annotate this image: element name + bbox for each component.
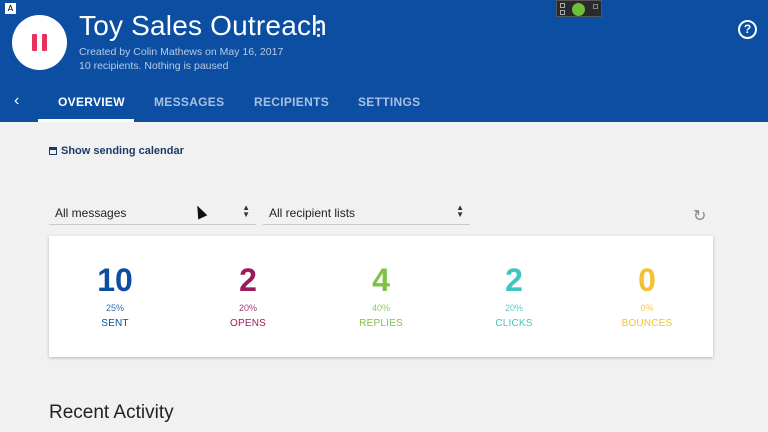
recipients-status-text: 10 recipients. Nothing is paused [79, 60, 229, 72]
stat-value: 2 [239, 262, 257, 298]
pause-button[interactable] [12, 15, 67, 70]
select-arrows-icon: ▲ ▼ [456, 203, 464, 219]
recipient-lists-select-value: All recipient lists [269, 206, 356, 220]
pause-icon [32, 34, 37, 51]
stat-value: 2 [505, 262, 523, 298]
tab-overview[interactable]: OVERVIEW [58, 95, 125, 109]
campaign-title: Toy Sales Outreach [79, 10, 327, 41]
stat-value: 4 [372, 262, 390, 298]
toolbar-close-icon[interactable] [593, 4, 598, 9]
messages-select[interactable]: All messages ▲ ▼ [49, 203, 256, 225]
kebab-icon[interactable] [313, 19, 323, 39]
recipient-lists-select[interactable]: All recipient lists ▲ ▼ [263, 203, 470, 225]
pause-icon-bar [42, 34, 47, 51]
active-tab-indicator [38, 119, 134, 122]
stat-percent: 0% [640, 303, 654, 313]
stat-label: CLICKS [495, 318, 533, 329]
stat-percent: 25% [105, 303, 124, 313]
app-corner-icon: A [5, 3, 16, 14]
recording-toolbar[interactable] [556, 0, 602, 17]
show-calendar-link[interactable]: Show sending calendar [49, 145, 184, 157]
stat-label: BOUNCES [621, 318, 673, 329]
chevron-left-icon[interactable]: ‹ [14, 92, 19, 110]
stat-percent: 20% [504, 303, 523, 313]
campaign-header: A Toy Sales Outreach Created by Colin Ma… [0, 0, 768, 122]
stat-label: SENT [101, 318, 129, 329]
tab-recipients[interactable]: RECIPIENTS [254, 95, 329, 109]
tab-settings[interactable]: SETTINGS [358, 95, 420, 109]
stats-card: 10 25% SENT 2 20% OPENS 4 40% REPLIES 2 … [49, 236, 713, 357]
stat-percent: 40% [371, 303, 390, 313]
messages-select-value: All messages [55, 206, 127, 220]
recent-activity-heading: Recent Activity [49, 402, 174, 423]
created-by-text: Created by Colin Mathews on May 16, 2017 [79, 46, 284, 58]
stat-percent: 20% [238, 303, 257, 313]
stat-value: 10 [97, 262, 133, 298]
tab-messages[interactable]: MESSAGES [154, 95, 224, 109]
select-arrows-icon: ▲ ▼ [242, 203, 250, 219]
stat-label: REPLIES [359, 318, 403, 329]
calendar-icon [49, 147, 57, 155]
microphone-icon[interactable] [572, 3, 585, 16]
stat-value: 0 [638, 262, 656, 298]
stat-label: OPENS [229, 318, 266, 329]
toolbar-square-icon[interactable] [560, 3, 565, 8]
show-calendar-label: Show sending calendar [61, 145, 184, 157]
refresh-icon[interactable]: ↻ [693, 206, 706, 226]
toolbar-square-icon[interactable] [560, 10, 565, 15]
help-icon[interactable]: ? [738, 20, 757, 39]
